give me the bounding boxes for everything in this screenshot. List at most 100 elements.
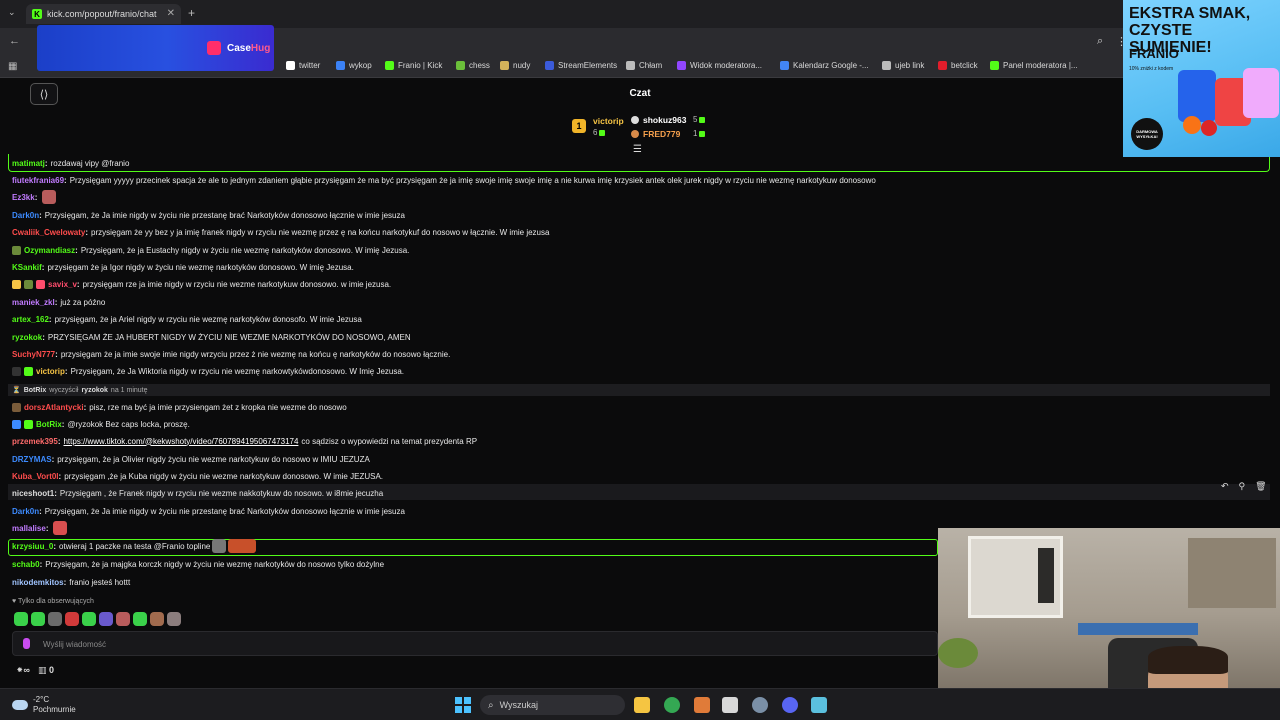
- emote-icon[interactable]: [116, 612, 130, 626]
- timed-out-user[interactable]: ryzokok: [81, 387, 107, 394]
- chat-username[interactable]: fiutekfrania69: [12, 176, 70, 185]
- bookmark-item[interactable]: Franio | Kick: [385, 61, 442, 70]
- emote-icon[interactable]: [82, 612, 96, 626]
- chat-username[interactable]: Ozymandiasz: [24, 246, 81, 255]
- emote-icon[interactable]: [150, 612, 164, 626]
- chat-username[interactable]: Dark0n: [12, 211, 45, 220]
- emote-icon[interactable]: [14, 612, 28, 626]
- chat-username[interactable]: przemek395: [12, 437, 63, 446]
- chat-username[interactable]: savix_v: [48, 280, 83, 289]
- chat-message-input[interactable]: [43, 637, 923, 651]
- bookmark-item[interactable]: twitter: [286, 61, 320, 70]
- chat-username[interactable]: Ez3kk: [12, 193, 40, 202]
- bookmark-item[interactable]: StreamElements: [545, 61, 617, 70]
- chat-message-text: Przysięgam, że ja Eustachy nigdy w życiu…: [80, 245, 410, 255]
- tab-kick-chat[interactable]: K kick.com/popout/franio/chat ✕: [26, 4, 181, 24]
- chat-username[interactable]: niceshoot1: [12, 489, 60, 498]
- bookmark-item[interactable]: Chłam: [626, 61, 662, 70]
- bookmark-item[interactable]: Kalendarz Google -...: [780, 61, 869, 70]
- app-icon[interactable]: [694, 697, 710, 713]
- bookmark-item[interactable]: nudy: [500, 61, 530, 70]
- bookmark-item[interactable]: ujeb link: [882, 61, 924, 70]
- chat-message: dorszAtlantyckipisz, rze ma być ja imie …: [12, 399, 347, 415]
- delete-icon[interactable]: 🗑: [1255, 481, 1266, 492]
- emote-icon[interactable]: [99, 612, 113, 626]
- apps-grid-icon[interactable]: ▦: [8, 61, 17, 72]
- taskbar-search[interactable]: ⌕ Wyszukaj: [480, 695, 625, 715]
- bookmark-item[interactable]: Panel moderatora |...: [990, 61, 1078, 70]
- windows-taskbar: -2°C Pochmurnie ⌕ Wyszukaj: [0, 688, 1280, 720]
- chess-icon: [456, 61, 465, 70]
- microphone-icon[interactable]: [23, 638, 30, 649]
- casehug-banner-ad[interactable]: Case Hug: [37, 25, 274, 71]
- emote-icon[interactable]: [133, 612, 147, 626]
- bookmark-item[interactable]: chess: [456, 61, 490, 70]
- chat-message: OzymandiaszPrzysięgam, że ja Eustachy ni…: [12, 242, 409, 258]
- chat-message: schab0Przysięgam, że ja majgka korczk ni…: [12, 556, 384, 572]
- weather-widget[interactable]: -2°C Pochmurnie: [12, 695, 76, 715]
- chat-username[interactable]: nikodemkitos: [12, 578, 69, 587]
- chat-message-text: Przysięgam yyyyy przecinek spacja że ale…: [69, 175, 876, 185]
- chat-username[interactable]: matimatj: [12, 159, 51, 168]
- rank-one-icon: 1: [572, 119, 586, 133]
- message-link[interactable]: https://www.tiktok.com/@kekwshoty/video/…: [63, 437, 298, 446]
- gift-icon: [699, 116, 706, 123]
- emote-icon[interactable]: [48, 612, 62, 626]
- emote-icon[interactable]: [31, 612, 45, 626]
- points-icon[interactable]: ⁕∞: [16, 665, 30, 676]
- tab-list-button[interactable]: ⌄: [8, 7, 16, 18]
- user-badge-icon: [24, 279, 33, 289]
- chat-username[interactable]: DRZYMAS: [12, 455, 57, 464]
- chat-username[interactable]: BotRix: [36, 420, 67, 429]
- chat-username[interactable]: schab0: [12, 560, 45, 569]
- chat-username[interactable]: krzysiuu_0: [12, 542, 59, 551]
- chat-message: savix_vprzysięgam rze ja imie nigdy w rz…: [12, 276, 391, 292]
- app-icon[interactable]: [722, 697, 738, 713]
- notepad-icon[interactable]: [811, 697, 827, 713]
- back-button[interactable]: ←: [9, 35, 20, 47]
- chat-username[interactable]: maniek_zkl: [12, 298, 60, 307]
- emote-icon[interactable]: [65, 612, 79, 626]
- new-tab-button[interactable]: +: [188, 6, 195, 20]
- windows-start-icon[interactable]: [455, 697, 471, 713]
- reply-icon[interactable]: ↶: [1221, 481, 1229, 492]
- chat-message-text: przysięgam, że ja Ariel nigdy w rzyciu n…: [54, 314, 362, 324]
- chat-username[interactable]: KSankif: [12, 263, 47, 272]
- chat-username[interactable]: Dark0n: [12, 507, 45, 516]
- bookmark-item[interactable]: wykop: [336, 61, 372, 70]
- chat-message-text: Przysięgam , że Franek nigdy w rzyciu ni…: [59, 488, 384, 498]
- discord-icon[interactable]: [782, 697, 798, 713]
- chat-username[interactable]: Kuba_Vort0l: [12, 472, 64, 481]
- file-explorer-icon[interactable]: [634, 697, 650, 713]
- emote-icon[interactable]: [167, 612, 181, 626]
- settings-gear-icon[interactable]: [752, 697, 768, 713]
- chat-username[interactable]: dorszAtlantycki: [24, 403, 89, 412]
- search-icon[interactable]: ⌕: [1097, 35, 1103, 48]
- chat-message: nikodemkitosfranio jesteś hottt: [12, 574, 130, 590]
- wykop-icon: [336, 61, 345, 70]
- bookmark-label: Franio | Kick: [398, 61, 443, 70]
- leader-first-name[interactable]: victorip: [593, 116, 624, 126]
- moderator-name[interactable]: BotRix: [24, 387, 47, 394]
- chat-message: DRZYMASprzysięgam, że ja Olivier nigdy ż…: [12, 451, 370, 467]
- leader-third-name[interactable]: FRED779: [643, 129, 680, 139]
- franio-ad[interactable]: EKSTRA SMAK, CZYSTE SUMIENIE! FRANIO 10%…: [1123, 0, 1280, 157]
- weather-condition: Pochmurnie: [33, 705, 76, 714]
- chrome-icon[interactable]: [664, 697, 680, 713]
- pin-icon[interactable]: ⚲: [1239, 481, 1246, 492]
- room-plant: [938, 638, 978, 668]
- leader-first-count: 6: [593, 128, 606, 137]
- chat-username[interactable]: SuchyN777: [12, 350, 61, 359]
- chat-username[interactable]: ryzokok: [12, 333, 48, 342]
- close-tab-icon[interactable]: ✕: [167, 8, 175, 19]
- bookmark-item[interactable]: betclick: [938, 61, 978, 70]
- chat-username[interactable]: victorip: [36, 367, 71, 376]
- chat-message-text: Przysięgam, że Ja imie nigdy w życiu nie…: [44, 506, 405, 516]
- kick-logo-icon[interactable]: ⟨⟩: [30, 83, 58, 105]
- chat-username[interactable]: Cwaliik_Cwelowaty: [12, 228, 91, 237]
- leader-second-name[interactable]: shokuz963: [643, 115, 686, 125]
- chat-username[interactable]: mallalise: [12, 524, 51, 533]
- chat-username[interactable]: artex_162: [12, 315, 55, 324]
- gift-box-icon[interactable]: ▥ 0: [38, 665, 54, 676]
- bookmark-item[interactable]: Widok moderatora...: [677, 61, 762, 70]
